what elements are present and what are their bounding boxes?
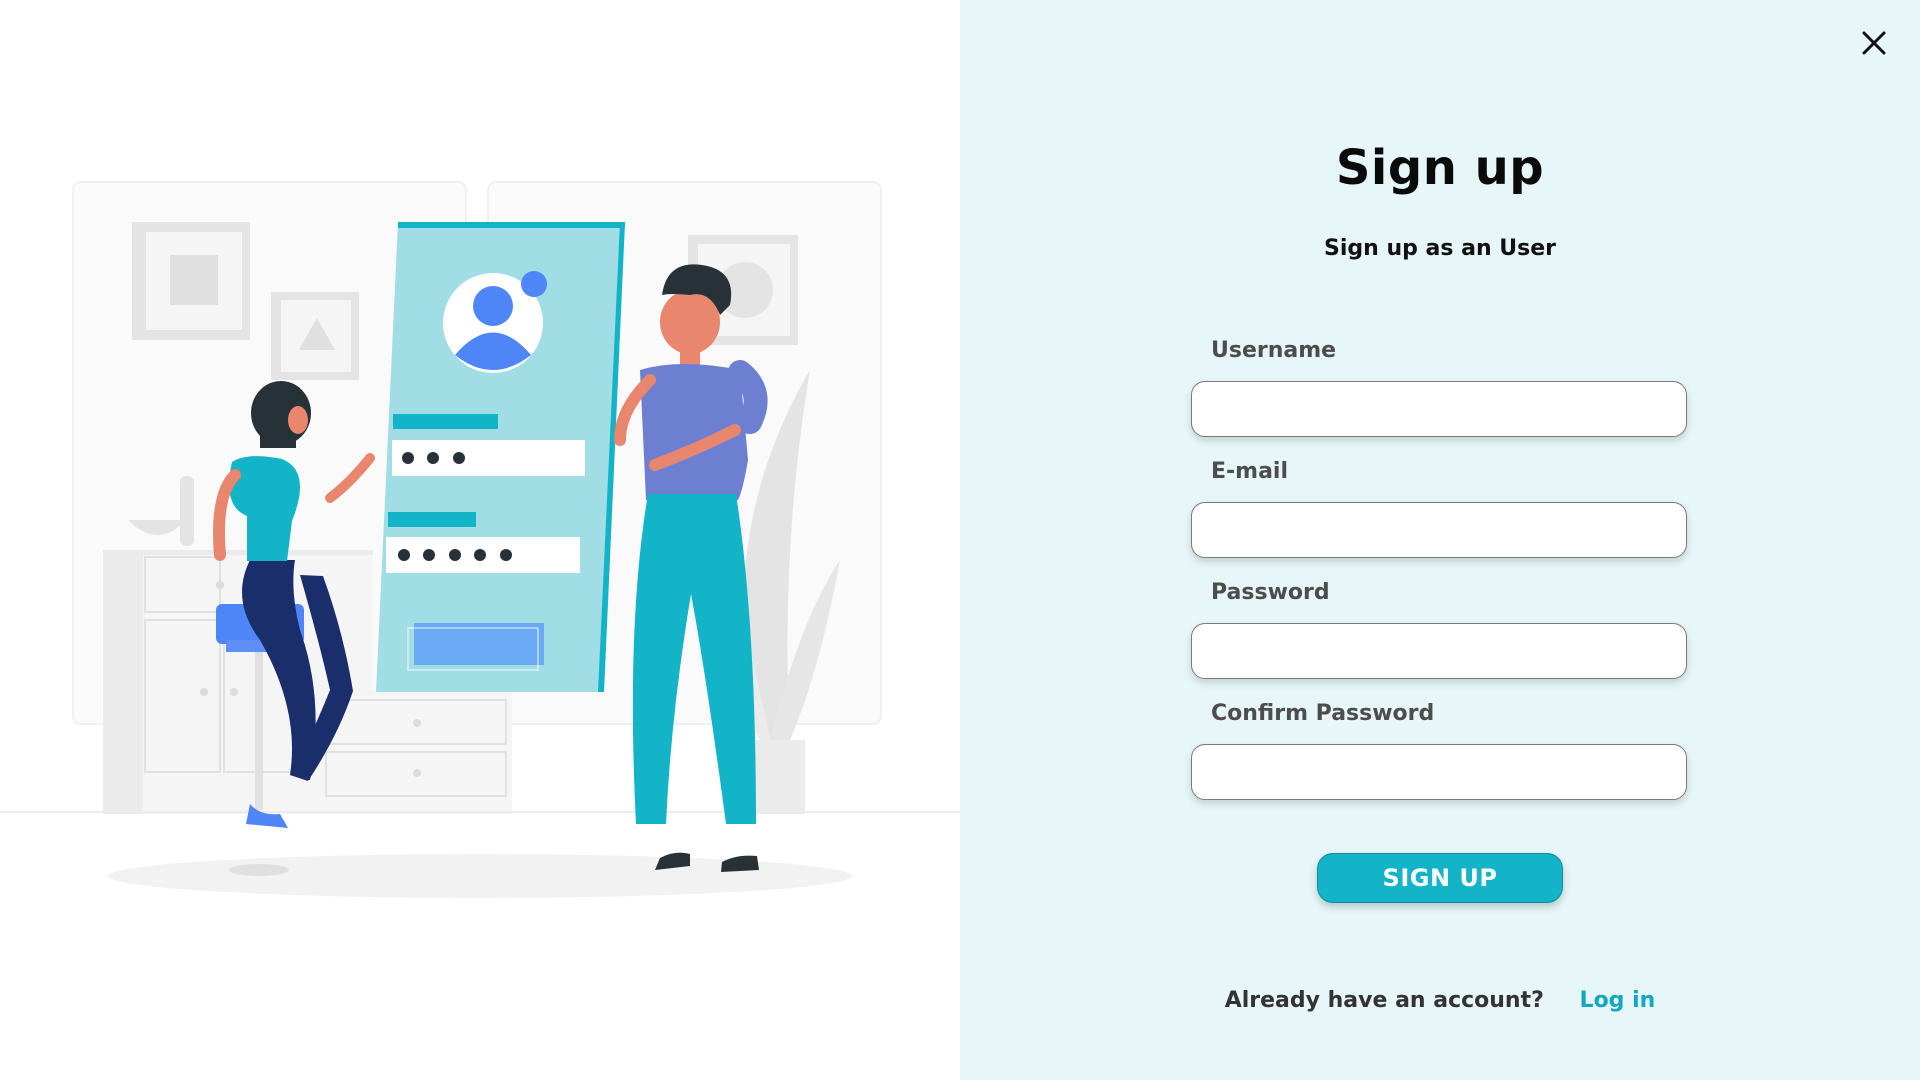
username-label: Username xyxy=(1211,338,1337,363)
sign-up-button[interactable]: SIGN UP xyxy=(1317,853,1563,903)
page-title: Sign up xyxy=(1335,140,1545,196)
password-label: Password xyxy=(1211,580,1330,605)
close-icon xyxy=(1862,31,1886,55)
sign-up-form-panel: Sign up Sign up as an User Username E-ma… xyxy=(960,0,1920,1080)
email-input[interactable] xyxy=(1191,502,1687,558)
login-link[interactable]: Log in xyxy=(1580,988,1656,1013)
email-label: E-mail xyxy=(1211,459,1289,484)
close-button[interactable] xyxy=(1858,27,1890,59)
confirm-password-input[interactable] xyxy=(1191,744,1687,800)
username-input[interactable] xyxy=(1191,381,1687,437)
illustration-panel xyxy=(0,0,960,1080)
login-prompt: Already have an account? xyxy=(1224,988,1544,1013)
password-input[interactable] xyxy=(1191,623,1687,679)
login-row: Already have an account? Log in xyxy=(960,988,1920,1013)
sign-up-page: Sign up Sign up as an User Username E-ma… xyxy=(0,0,1920,1080)
confirm-password-label: Confirm Password xyxy=(1211,701,1435,726)
sign-up-illustration xyxy=(0,181,960,898)
page-subtitle: Sign up as an User xyxy=(1323,236,1557,261)
